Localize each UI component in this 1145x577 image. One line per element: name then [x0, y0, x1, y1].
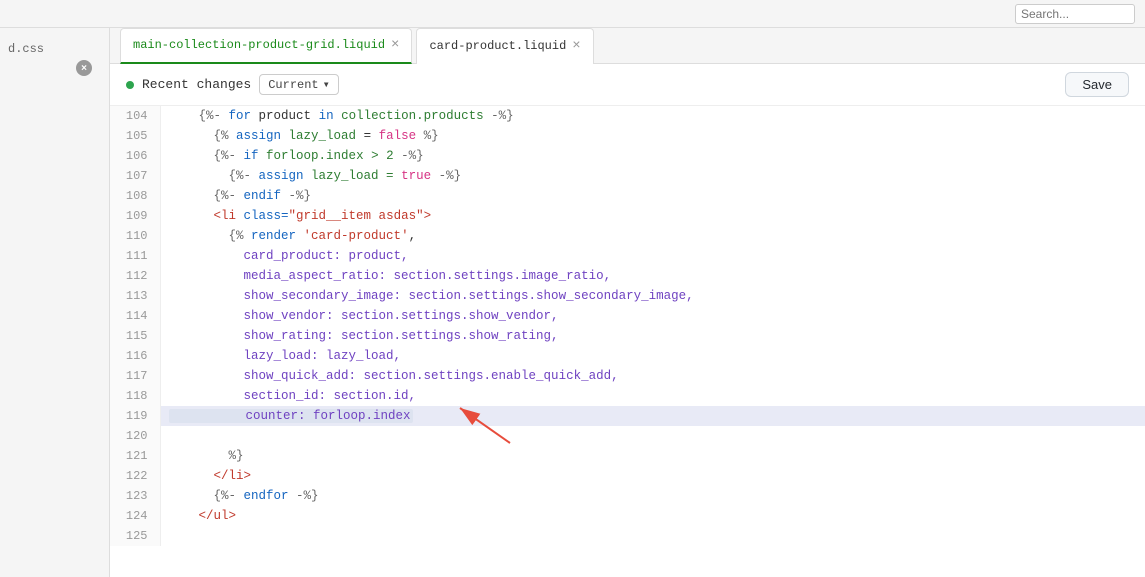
- line-content: {% render 'card-product',: [160, 226, 1145, 246]
- table-row: 107 {%- assign lazy_load = true -%}: [110, 166, 1145, 186]
- table-row: 110 {% render 'card-product',: [110, 226, 1145, 246]
- search-input[interactable]: [1015, 4, 1135, 24]
- line-content: show_rating: section.settings.show_ratin…: [160, 326, 1145, 346]
- table-row: 113 show_secondary_image: section.settin…: [110, 286, 1145, 306]
- tab-close-icon[interactable]: ×: [572, 39, 580, 53]
- line-content: {%- assign lazy_load = true -%}: [160, 166, 1145, 186]
- content-area: main-collection-product-grid.liquid × ca…: [110, 28, 1145, 577]
- line-number: 122: [110, 466, 160, 486]
- line-content: {%- for product in collection.products -…: [160, 106, 1145, 126]
- table-row: 116 lazy_load: lazy_load,: [110, 346, 1145, 366]
- main-layout: × d.css main-collection-product-grid.liq…: [0, 28, 1145, 577]
- sidebar-close-button[interactable]: ×: [76, 60, 92, 76]
- line-number: 105: [110, 126, 160, 146]
- editor-header: Recent changes Current ▾ Save: [110, 64, 1145, 106]
- line-content: card_product: product,: [160, 246, 1145, 266]
- table-row: 106 {%- if forloop.index > 2 -%}: [110, 146, 1145, 166]
- tab-label: main-collection-product-grid.liquid: [133, 38, 385, 52]
- line-content: show_vendor: section.settings.show_vendo…: [160, 306, 1145, 326]
- line-number: 124: [110, 506, 160, 526]
- table-row: 112 media_aspect_ratio: section.settings…: [110, 266, 1145, 286]
- line-number: 121: [110, 446, 160, 466]
- table-row: 114 show_vendor: section.settings.show_v…: [110, 306, 1145, 326]
- line-content: counter: forloop.index: [160, 406, 1145, 426]
- line-number: 115: [110, 326, 160, 346]
- line-content: %}: [160, 446, 1145, 466]
- line-content: show_secondary_image: section.settings.s…: [160, 286, 1145, 306]
- table-row: 109 <li class="grid__item asdas">: [110, 206, 1145, 226]
- table-row: 108 {%- endif -%}: [110, 186, 1145, 206]
- tab-card-product[interactable]: card-product.liquid ×: [416, 28, 593, 64]
- save-button[interactable]: Save: [1065, 72, 1129, 97]
- table-row: 123 {%- endfor -%}: [110, 486, 1145, 506]
- current-label: Current: [268, 78, 318, 92]
- line-number: 117: [110, 366, 160, 386]
- line-content: [160, 426, 1145, 446]
- chevron-down-icon: ▾: [323, 77, 330, 92]
- line-number: 118: [110, 386, 160, 406]
- line-content: </li>: [160, 466, 1145, 486]
- line-number: 120: [110, 426, 160, 446]
- line-number: 119: [110, 406, 160, 426]
- code-editor[interactable]: 104 {%- for product in collection.produc…: [110, 106, 1145, 577]
- recent-changes-section: Recent changes Current ▾: [126, 74, 339, 95]
- table-row: 120: [110, 426, 1145, 446]
- line-number: 109: [110, 206, 160, 226]
- line-content: <li class="grid__item asdas">: [160, 206, 1145, 226]
- close-icon: ×: [81, 63, 87, 74]
- table-row: 121 %}: [110, 446, 1145, 466]
- current-dropdown[interactable]: Current ▾: [259, 74, 339, 95]
- line-number: 104: [110, 106, 160, 126]
- line-content: {%- endfor -%}: [160, 486, 1145, 506]
- table-row: 104 {%- for product in collection.produc…: [110, 106, 1145, 126]
- line-content: media_aspect_ratio: section.settings.ima…: [160, 266, 1145, 286]
- line-content: lazy_load: lazy_load,: [160, 346, 1145, 366]
- line-number: 125: [110, 526, 160, 546]
- line-content: </ul>: [160, 506, 1145, 526]
- status-dot: [126, 81, 134, 89]
- table-row: 117 show_quick_add: section.settings.ena…: [110, 366, 1145, 386]
- line-content: {%- endif -%}: [160, 186, 1145, 206]
- table-row: 124 </ul>: [110, 506, 1145, 526]
- line-number: 114: [110, 306, 160, 326]
- tab-close-icon[interactable]: ×: [391, 38, 399, 52]
- table-row: 125: [110, 526, 1145, 546]
- line-number: 111: [110, 246, 160, 266]
- sidebar: × d.css: [0, 28, 110, 577]
- line-number: 106: [110, 146, 160, 166]
- top-bar: [0, 0, 1145, 28]
- line-number: 108: [110, 186, 160, 206]
- line-number: 116: [110, 346, 160, 366]
- line-number: 112: [110, 266, 160, 286]
- line-content: show_quick_add: section.settings.enable_…: [160, 366, 1145, 386]
- line-content: {% assign lazy_load = false %}: [160, 126, 1145, 146]
- line-number: 113: [110, 286, 160, 306]
- table-row: 118 section_id: section.id,: [110, 386, 1145, 406]
- table-row: 115 show_rating: section.settings.show_r…: [110, 326, 1145, 346]
- tab-main-collection[interactable]: main-collection-product-grid.liquid ×: [120, 28, 412, 64]
- line-content: [160, 526, 1145, 546]
- table-row: 119 counter: forloop.index: [110, 406, 1145, 426]
- table-row: 105 {% assign lazy_load = false %}: [110, 126, 1145, 146]
- line-number: 110: [110, 226, 160, 246]
- line-content: {%- if forloop.index > 2 -%}: [160, 146, 1145, 166]
- table-row: 122 </li>: [110, 466, 1145, 486]
- tabs-bar: main-collection-product-grid.liquid × ca…: [110, 28, 1145, 64]
- line-number: 123: [110, 486, 160, 506]
- tab-label: card-product.liquid: [429, 39, 566, 53]
- code-table: 104 {%- for product in collection.produc…: [110, 106, 1145, 546]
- recent-changes-label: Recent changes: [142, 77, 251, 92]
- sidebar-label: d.css: [0, 38, 52, 60]
- line-number: 107: [110, 166, 160, 186]
- table-row: 111 card_product: product,: [110, 246, 1145, 266]
- line-content: section_id: section.id,: [160, 386, 1145, 406]
